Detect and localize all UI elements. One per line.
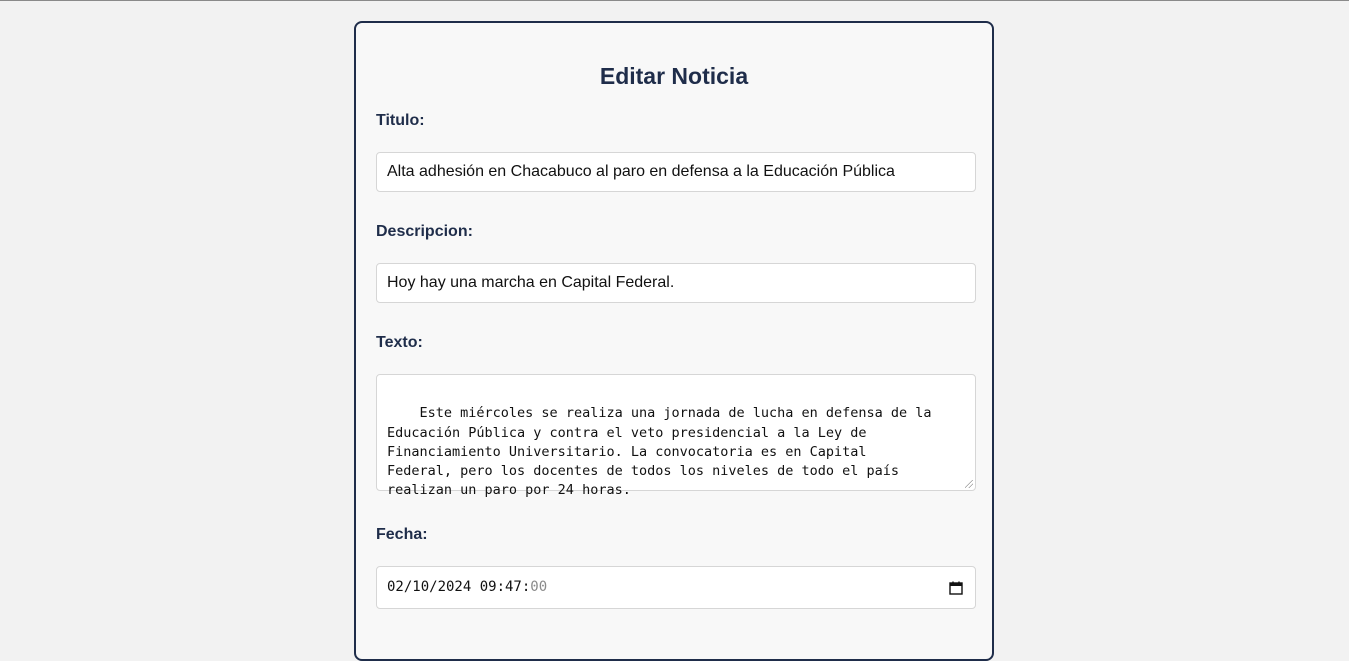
resize-grip-icon[interactable] bbox=[965, 480, 973, 488]
texto-content: Este miércoles se realiza una jornada de… bbox=[387, 405, 932, 499]
calendar-icon[interactable] bbox=[949, 581, 963, 595]
texto-label: Texto: bbox=[376, 334, 423, 351]
fecha-value: 02/10/2024 09:47: bbox=[387, 579, 531, 595]
fecha-label: Fecha: bbox=[376, 526, 428, 543]
window-top-border bbox=[0, 0, 1349, 1]
titulo-label: Titulo: bbox=[376, 112, 425, 129]
descripcion-label: Descripcion: bbox=[376, 223, 473, 240]
edit-news-form: Editar Noticia Titulo: Alta adhesión en … bbox=[354, 21, 994, 661]
fecha-datetime-input[interactable]: 02/10/2024 09:47:00 bbox=[376, 566, 976, 609]
descripcion-input[interactable]: Hoy hay una marcha en Capital Federal. bbox=[376, 263, 976, 303]
texto-textarea[interactable]: Este miércoles se realiza una jornada de… bbox=[376, 374, 976, 498]
fecha-seconds: 00 bbox=[530, 579, 548, 595]
page-title: Editar Noticia bbox=[599, 63, 749, 89]
titulo-input[interactable]: Alta adhesión en Chacabuco al paro en de… bbox=[376, 152, 976, 192]
